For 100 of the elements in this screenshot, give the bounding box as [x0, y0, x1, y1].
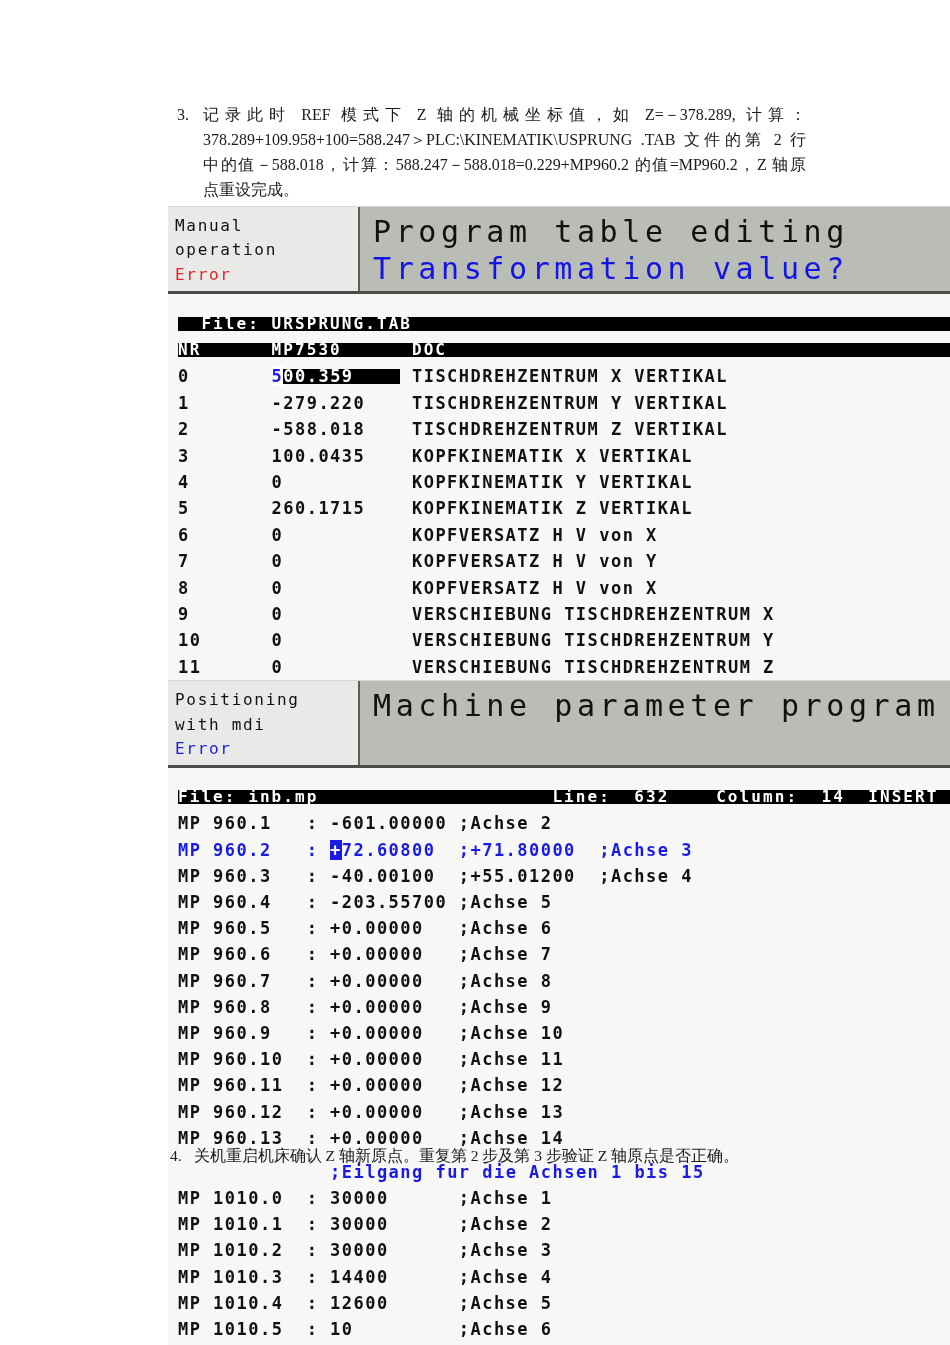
table-cell: -279.220	[271, 395, 366, 411]
parameter-value: +0.00000	[330, 1077, 424, 1094]
table-cell: 11	[178, 659, 202, 675]
parameter-name: MP 1010.2	[178, 1242, 284, 1259]
parameter-name: MP 960.3	[178, 867, 272, 884]
parameter-value: 30000	[330, 1216, 389, 1233]
parameter-name: MP 1010.1	[178, 1216, 284, 1233]
parameter-name: MP 960.13	[178, 1129, 284, 1146]
table-cell: KOPFVERSATZ H V von Y	[411, 554, 658, 570]
separator: :	[306, 998, 319, 1015]
step-number: 3.	[177, 104, 189, 125]
comment-text: ;Achse 5	[458, 1294, 553, 1311]
parameter-value: +0.00000	[330, 972, 424, 989]
parameter-value: 12600	[330, 1294, 389, 1311]
table-cell: TISCHDREHZENTRUM X VERTIKAL	[411, 369, 728, 385]
screen-title: Program table editing	[373, 212, 849, 250]
separator: :	[306, 972, 319, 989]
step-text: 记录此时 REF 模式下 Z 轴的机械坐标值，如 Z=－378.289, 计算： 378.289+109.958+100=588.247＞PLC:\KINEMATIK\USPRUNG .TAB 文件的第 2 行 中的值－588.018，计算：588.247－588.018=0.229+MP960.2 的值=MP960.2，Z 轴原 点重设完成。	[203, 104, 806, 200]
table-cell: 10	[178, 633, 202, 649]
table-cell: 1	[178, 395, 190, 411]
table-cell: 0	[271, 659, 284, 675]
separator: :	[306, 1129, 319, 1146]
table-cell: 0	[271, 580, 284, 596]
screen-title: Machine parameter program	[373, 687, 940, 724]
separator: :	[306, 867, 319, 884]
separator: :	[306, 1103, 319, 1120]
parameter-value: +0.00000	[330, 920, 424, 937]
mode-label: Positioning with mdi	[175, 689, 301, 736]
table-cell: 9	[178, 607, 190, 622]
field-label: Line:	[552, 790, 611, 805]
comment-text: ;Achse 4	[458, 1268, 553, 1285]
parameter-name: MP 960.9	[178, 1024, 272, 1041]
comment-text: ;Achse 2	[458, 815, 553, 832]
parameter-name: MP 960.2	[178, 841, 272, 858]
comment-text: ;Achse 5	[458, 894, 553, 911]
comment-text: ;Achse 2	[458, 1216, 553, 1233]
table-cell: 0	[271, 633, 284, 649]
comment-text: ;Eilgang fur die Achsen 1 bis 15	[330, 1163, 705, 1180]
separator: :	[306, 1190, 319, 1207]
parameter-value: 10	[330, 1321, 354, 1338]
table-cell: 5	[178, 501, 190, 517]
separator: :	[306, 894, 319, 911]
table-cell: VERSCHIEBUNG TISCHDREHZENTRUM X	[411, 607, 775, 622]
comment-text: ;Achse 8	[458, 972, 553, 989]
separator: :	[306, 946, 319, 963]
parameter-name: MP 960.12	[178, 1103, 284, 1120]
field-label: Column:	[716, 790, 799, 805]
parameter-name: MP 1010.5	[178, 1321, 284, 1338]
parameter-value: 14400	[330, 1268, 389, 1285]
table-cell: 0	[271, 475, 284, 491]
comment-text: ;Achse 13	[458, 1103, 565, 1120]
table-cell: 100.0435	[271, 448, 366, 464]
parameter-value: +0.00000	[330, 946, 424, 963]
separator: :	[306, 1024, 319, 1041]
parameter-value: -40.00100	[330, 867, 436, 884]
parameter-name: MP 960.1	[178, 815, 272, 832]
table-cell: 4	[178, 475, 190, 491]
column-header: DOC	[411, 343, 448, 357]
table-cell: TISCHDREHZENTRUM Z VERTIKAL	[411, 422, 728, 438]
parameter-value: -601.00000	[330, 815, 448, 832]
edit-mode: INSERT	[868, 790, 939, 805]
separator: :	[306, 1051, 319, 1068]
table-cell: 0	[271, 554, 284, 570]
parameter-value: 30000	[330, 1190, 389, 1207]
table-cell: 260.1715	[271, 501, 366, 517]
table-cell: VERSCHIEBUNG TISCHDREHZENTRUM Y	[411, 633, 775, 649]
table-cell: 0	[178, 369, 190, 385]
comment-text: ;Achse 3	[458, 1242, 553, 1259]
step-number: 4.	[170, 1147, 182, 1164]
table-cell: 2	[178, 422, 190, 438]
parameter-value: -203.55700	[330, 894, 448, 911]
table-cell: 7	[178, 554, 190, 570]
table-cell: 0	[271, 607, 284, 622]
error-status: Error	[175, 738, 232, 761]
separator: :	[306, 1268, 319, 1285]
parameter-name: MP 1010.4	[178, 1294, 284, 1311]
separator: :	[306, 815, 319, 832]
step-text: 关机重启机床确认 Z 轴新原点。重复第 2 步及第 3 步验证 Z 轴原点是否正确。	[193, 1147, 740, 1164]
comment-text: ;+55.01200	[458, 867, 576, 884]
comment-text: ;Achse 6	[458, 920, 553, 937]
comment-text: ;Achse 7	[458, 946, 553, 963]
file-name: File: URSPRUNG.TAB	[201, 317, 413, 331]
table-cell: KOPFVERSATZ H V von X	[411, 527, 658, 543]
parameter-name: MP 960.6	[178, 946, 272, 963]
comment-text: ;Achse 12	[458, 1077, 565, 1094]
separator: :	[306, 1077, 319, 1094]
table-cell: 500.359	[271, 369, 401, 385]
comment-text: ;Achse 6	[458, 1321, 553, 1338]
separator: :	[306, 1216, 319, 1233]
parameter-value: +0.00000	[330, 1129, 424, 1146]
table-cell: 0	[271, 527, 284, 543]
table-cell: 8	[178, 580, 190, 596]
separator: :	[306, 1294, 319, 1311]
parameter-name: MP 960.4	[178, 894, 272, 911]
comment-text: ;Achse 4	[599, 867, 693, 884]
table-cell: 3	[178, 448, 190, 464]
prompt-text: Transformation value?	[373, 249, 849, 287]
comment-text: ;Achse 1	[458, 1190, 553, 1207]
comment-text: ;Achse 14	[458, 1129, 565, 1146]
table-cell: VERSCHIEBUNG TISCHDREHZENTRUM Z	[411, 659, 775, 675]
